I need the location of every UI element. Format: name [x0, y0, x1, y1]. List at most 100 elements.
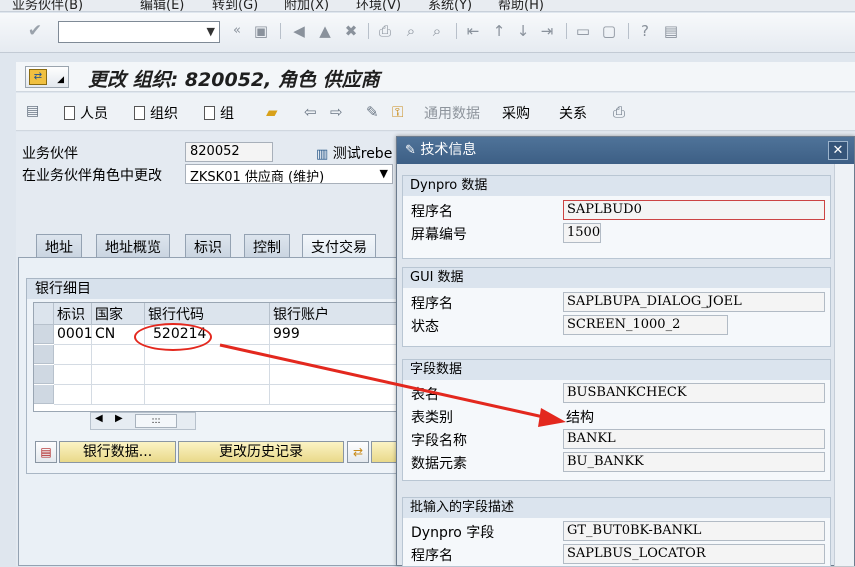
- bp-description-text: 测试rebe: [332, 146, 393, 162]
- create-person-button[interactable]: 人员: [64, 103, 108, 123]
- role-label: 在业务伙伴角色中更改: [22, 168, 162, 184]
- lock-icon[interactable]: ⚿: [392, 103, 403, 121]
- tab-payment[interactable]: 支付交易: [302, 234, 376, 258]
- scroll-left-icon[interactable]: ◀: [95, 413, 103, 424]
- save-icon[interactable]: ▣: [252, 22, 270, 40]
- select-all-header[interactable]: [34, 303, 54, 325]
- create-group-button[interactable]: 组: [204, 103, 234, 123]
- dialog-title: 技术信息: [420, 142, 477, 158]
- empty-cell[interactable]: [54, 345, 92, 365]
- batch-program-field[interactable]: SAPLBUS_LOCATOR: [563, 544, 825, 564]
- scroll-right-icon[interactable]: ▶: [115, 413, 123, 424]
- data-element-field[interactable]: BU_BANKK: [563, 452, 825, 472]
- bp-number-field[interactable]: 820052: [185, 142, 273, 162]
- new-session-icon[interactable]: ▭: [574, 22, 592, 40]
- previous-page-icon[interactable]: ↑: [490, 22, 508, 40]
- status-label: 状态: [411, 319, 439, 335]
- empty-cell[interactable]: [270, 345, 398, 365]
- transfer-icon[interactable]: ⇄: [347, 441, 369, 463]
- empty-cell[interactable]: [145, 385, 270, 405]
- list-icon[interactable]: ▤: [26, 103, 39, 119]
- find-icon[interactable]: ⌕: [402, 22, 420, 40]
- print-icon[interactable]: ⎙: [376, 22, 394, 40]
- empty-cell[interactable]: [145, 365, 270, 385]
- double-left-icon: «: [233, 23, 241, 38]
- column-header-account[interactable]: 银行账户: [270, 303, 398, 325]
- role-select-value: ZKSK01 供应商 (维护): [190, 170, 325, 184]
- column-header-country[interactable]: 国家: [92, 303, 145, 325]
- menu-item-environment[interactable]: 环境(V): [356, 0, 401, 11]
- dynpro-program-field[interactable]: SAPLBUD0: [563, 200, 825, 220]
- first-page-icon[interactable]: ⇤: [464, 22, 482, 40]
- menu-item-edit[interactable]: 编辑(E): [140, 0, 184, 11]
- cancel-icon[interactable]: ✖: [342, 22, 360, 40]
- change-history-button[interactable]: 更改历史记录: [178, 441, 344, 463]
- close-icon[interactable]: ✕: [828, 141, 848, 160]
- exit-icon[interactable]: ▲: [316, 22, 334, 40]
- dynpro-field-field[interactable]: GT_BUT0BK-BANKL: [563, 521, 825, 541]
- tab-identification[interactable]: 标识: [185, 234, 231, 258]
- row-selector[interactable]: [34, 325, 54, 344]
- role-select[interactable]: ZKSK01 供应商 (维护) ▼: [185, 164, 393, 184]
- row-selector[interactable]: [34, 345, 54, 364]
- row-selector[interactable]: [34, 385, 54, 404]
- empty-cell[interactable]: [270, 365, 398, 385]
- table-name-field[interactable]: BUSBANKCHECK: [563, 383, 825, 403]
- empty-cell[interactable]: [54, 385, 92, 405]
- menu-bar: 业务伙伴(B) 编辑(E) 转到(G) 附加(X) 环境(V) 系统(Y) 帮助…: [0, 0, 855, 12]
- relationships-button[interactable]: 关系: [559, 103, 587, 123]
- tab-control[interactable]: 控制: [244, 234, 290, 258]
- screen-number-field[interactable]: 1500: [563, 223, 601, 243]
- arrow-left-icon[interactable]: ⇦: [304, 103, 317, 121]
- enter-checkmark-icon[interactable]: ✔: [26, 22, 44, 40]
- tab-address[interactable]: 地址: [36, 234, 82, 258]
- chevron-down-icon[interactable]: ▼: [380, 167, 388, 180]
- find-next-icon[interactable]: ⌕: [428, 22, 446, 40]
- empty-cell[interactable]: [92, 345, 145, 365]
- layout-menu-icon[interactable]: ▤: [662, 22, 680, 40]
- cell-id[interactable]: 0001: [54, 325, 93, 345]
- purchasing-button[interactable]: 采购: [502, 103, 530, 123]
- organization-icon: ▥: [316, 147, 329, 162]
- create-org-button[interactable]: 组织: [134, 103, 178, 123]
- help-icon[interactable]: ?: [636, 22, 654, 40]
- menu-item-business-partner[interactable]: 业务伙伴(B): [12, 0, 83, 11]
- table-name-label: 表名: [411, 387, 439, 403]
- dialog-scrollbar[interactable]: [834, 164, 854, 566]
- row-selector[interactable]: [34, 365, 54, 384]
- column-header-bank-key[interactable]: 银行代码: [145, 303, 270, 325]
- menu-item-help[interactable]: 帮助(H): [498, 0, 544, 11]
- menu-item-system[interactable]: 系统(Y): [428, 0, 472, 11]
- bank-data-button[interactable]: 银行数据...: [59, 441, 176, 463]
- column-header-id[interactable]: 标识: [54, 303, 92, 325]
- arrow-right-icon[interactable]: ⇨: [330, 103, 343, 121]
- empty-cell[interactable]: [270, 385, 398, 405]
- command-field[interactable]: ▼: [58, 21, 220, 43]
- shortcut-icon[interactable]: ▢: [600, 22, 618, 40]
- general-data-button[interactable]: 通用数据: [424, 103, 480, 123]
- empty-cell[interactable]: [92, 365, 145, 385]
- bp-switch-button[interactable]: ⇄ ◢: [25, 66, 69, 88]
- menu-item-goto[interactable]: 转到(G): [212, 0, 258, 11]
- chevron-down-icon[interactable]: ▼: [207, 25, 215, 38]
- menu-item-extras[interactable]: 附加(X): [284, 0, 329, 11]
- empty-cell[interactable]: [92, 385, 145, 405]
- more-button[interactable]: [371, 441, 398, 463]
- print-preview-icon[interactable]: ⎙: [613, 103, 625, 121]
- scroll-thumb[interactable]: :::: [135, 414, 177, 428]
- cell-account[interactable]: 999: [270, 325, 398, 345]
- open-folder-icon[interactable]: ▰: [266, 103, 278, 121]
- display-change-icon[interactable]: ✎: [366, 103, 379, 121]
- screen-number-label: 屏幕编号: [411, 227, 467, 243]
- table-settings-icon[interactable]: ▤: [35, 441, 57, 463]
- last-page-icon[interactable]: ⇥: [538, 22, 556, 40]
- status-field[interactable]: SCREEN_1000_2: [563, 315, 728, 335]
- next-page-icon[interactable]: ↓: [514, 22, 532, 40]
- gui-program-field[interactable]: SAPLBUPA_DIALOG_JOEL: [563, 292, 825, 312]
- title-bar: ⇄ ◢ 更改 组织: 820052, 角色 供应商: [16, 62, 855, 92]
- field-name-field[interactable]: BANKL: [563, 429, 825, 449]
- horizontal-scrollbar[interactable]: ◀ ▶ :::: [90, 412, 196, 430]
- empty-cell[interactable]: [54, 365, 92, 385]
- tab-address-overview[interactable]: 地址概览: [96, 234, 170, 258]
- back-icon[interactable]: ◀: [290, 22, 308, 40]
